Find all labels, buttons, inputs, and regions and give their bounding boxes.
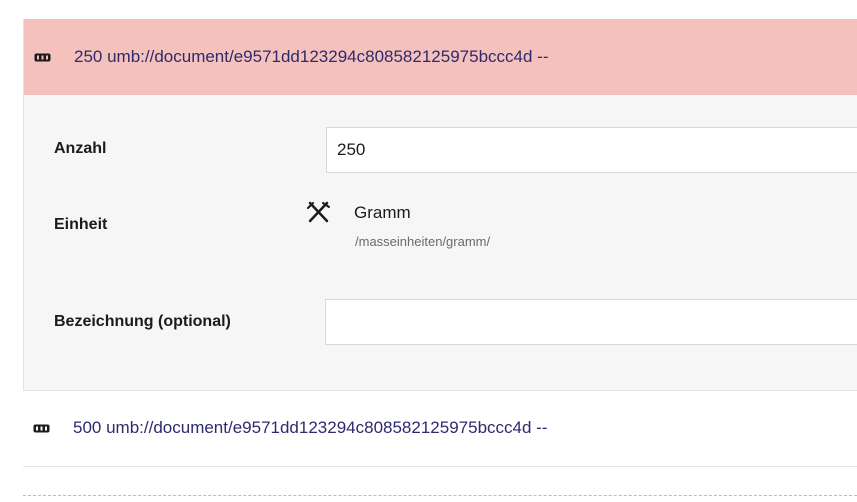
anzahl-input[interactable]: 250 <box>326 127 857 173</box>
block-item-collapsed[interactable]: 500 umb://document/e9571dd123294c8085821… <box>33 390 547 466</box>
block-title-row[interactable]: 250 umb://document/e9571dd123294c8085821… <box>34 19 548 95</box>
divider <box>23 466 857 467</box>
anzahl-label: Anzahl <box>54 140 107 157</box>
add-block-area[interactable] <box>23 495 857 496</box>
block-icon <box>34 53 51 62</box>
block-header-active[interactable]: 250 umb://document/e9571dd123294c8085821… <box>24 19 857 95</box>
einheit-label: Einheit <box>54 216 108 233</box>
unit-name[interactable]: Gramm <box>354 203 411 223</box>
bezeichnung-label: Bezeichnung (optional) <box>54 313 231 330</box>
unit-path: /masseinheiten/gramm/ <box>355 234 491 249</box>
bezeichnung-input[interactable] <box>325 299 857 345</box>
block-title[interactable]: 250 umb://document/e9571dd123294c8085821… <box>74 47 548 67</box>
fork-knife-icon <box>307 201 331 223</box>
block-icon <box>33 424 50 433</box>
block-title[interactable]: 500 umb://document/e9571dd123294c8085821… <box>73 418 547 438</box>
